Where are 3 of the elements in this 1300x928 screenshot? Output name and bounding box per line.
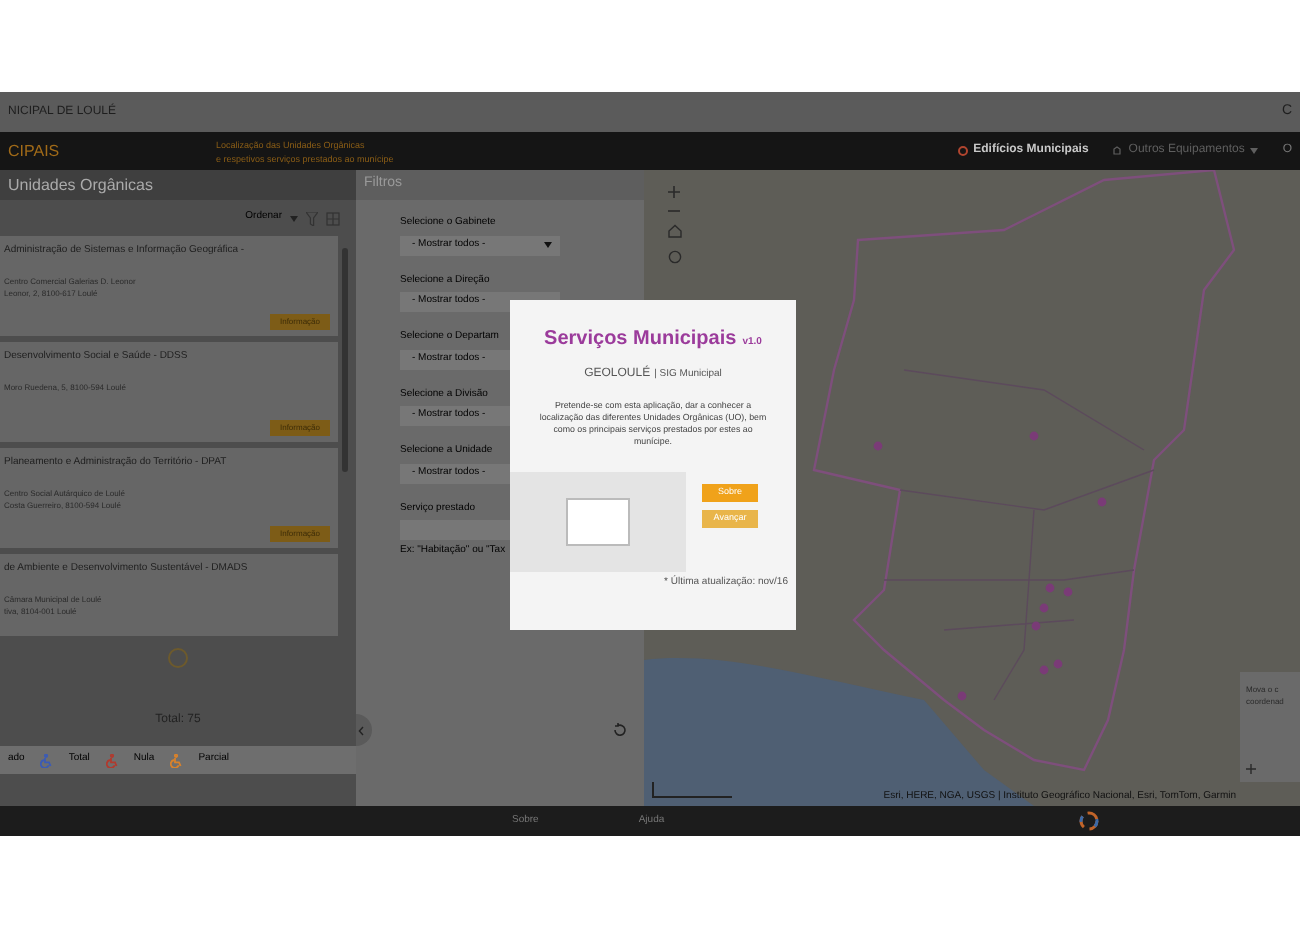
app-title: CIPAIS	[8, 139, 62, 163]
dialog-title: Serviços Municipais	[544, 326, 737, 354]
panel-title: Unidades Orgânicas	[8, 173, 153, 197]
